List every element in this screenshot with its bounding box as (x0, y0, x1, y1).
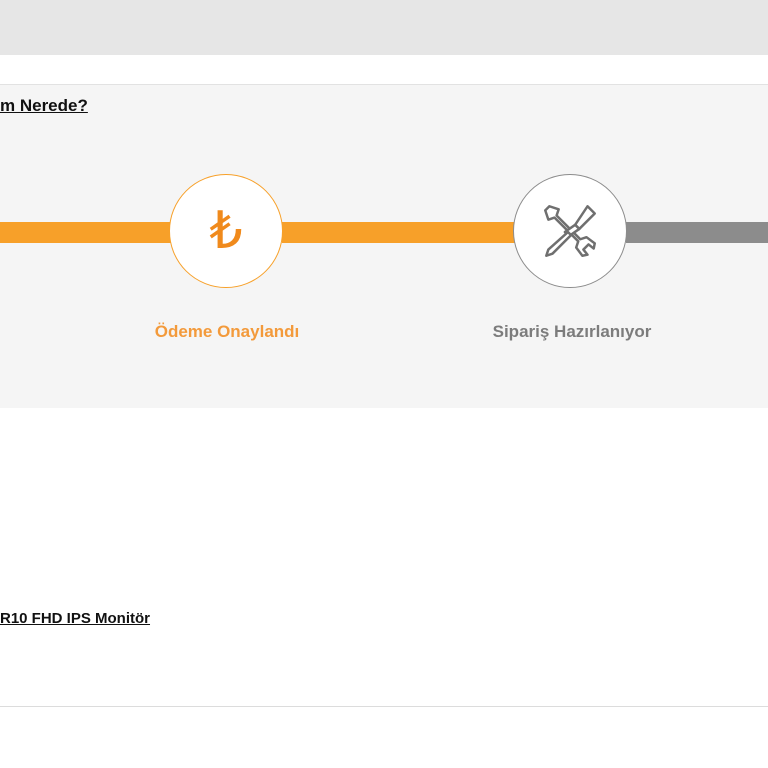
progress-track-pending (626, 222, 768, 243)
step-order-preparing (513, 174, 627, 288)
tools-icon (544, 205, 596, 257)
step-payment-confirmed: ₺ (169, 174, 283, 288)
lira-icon: ₺ (209, 201, 243, 261)
order-status-panel (0, 84, 768, 408)
top-bar (0, 0, 768, 55)
progress-track-current (282, 222, 516, 243)
step-label-order-preparing: Sipariş Hazırlanıyor (492, 322, 652, 341)
bottom-divider (0, 706, 768, 707)
order-tracking-title: m Nerede? (0, 96, 88, 115)
product-name-link[interactable]: R10 FHD IPS Monitör (0, 610, 150, 627)
step-label-payment-confirmed: Ödeme Onaylandı (154, 322, 300, 341)
progress-track-completed (0, 222, 172, 243)
